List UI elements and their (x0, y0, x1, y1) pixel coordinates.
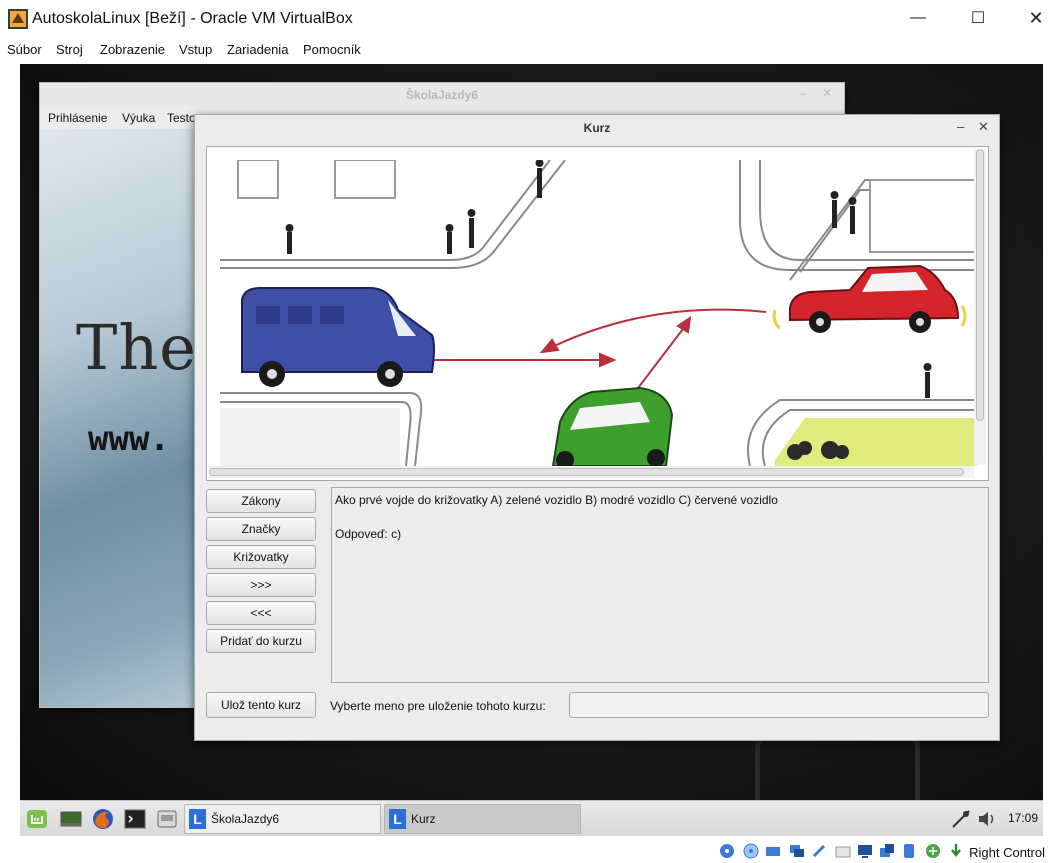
network-adapter-icon[interactable] (788, 842, 806, 860)
network-icon[interactable] (950, 808, 972, 830)
save-name-label: Vyberte meno pre uloženie tohoto kurzu: (330, 699, 546, 713)
next-button[interactable]: >>> (206, 573, 316, 597)
terminal-icon[interactable] (124, 808, 146, 830)
host-status-bar: Right Control (0, 840, 1063, 863)
guest-taskbar: L ŠkolaJazdy6 L Kurz 17:09 (20, 800, 1043, 836)
skola-menu-vyuka[interactable]: Výuka (122, 111, 155, 125)
kurz-title-bar[interactable]: Kurz – ✕ (195, 115, 999, 141)
zakony-button[interactable]: Zákony (206, 489, 316, 513)
kurz-window-title: Kurz (583, 121, 611, 135)
kurz-close-button[interactable]: ✕ (978, 119, 989, 135)
taskbar-item-kurz[interactable]: L Kurz (384, 804, 581, 834)
save-course-button[interactable]: Ulož tento kurz (206, 692, 316, 718)
firefox-icon[interactable] (92, 808, 114, 830)
host-menu-bar: Súbor Stroj Zobrazenie Vstup Zariadenia … (0, 38, 1063, 62)
menu-vstup[interactable]: Vstup (179, 42, 212, 57)
image-vertical-scrollbar[interactable] (974, 149, 986, 465)
minimize-button[interactable]: ― (895, 0, 941, 36)
skola-menu-prihlasenie[interactable]: Prihlásenie (48, 111, 107, 125)
skola-menu-testy[interactable]: Testo (167, 111, 196, 125)
skola-window-title: ŠkolaJazdy6 (405, 88, 479, 102)
skola-minimize-button[interactable]: – (800, 86, 807, 100)
shared-folders-icon[interactable] (834, 842, 852, 860)
kurz-window[interactable]: Kurz – ✕ Zákony Značky Križovatky >>> <<… (194, 114, 1000, 741)
image-horizontal-scrollbar[interactable] (209, 466, 974, 478)
add-to-course-button[interactable]: Pridať do kurzu (206, 629, 316, 653)
audio-icon[interactable] (764, 842, 782, 860)
intersection-image-panel[interactable] (206, 146, 989, 481)
vm-screen[interactable]: ŠkolaJazdy6 – ✕ Prihlásenie Výuka Testo … (20, 64, 1043, 800)
menu-stroj[interactable]: Stroj (56, 42, 83, 57)
taskbar-item-label: ŠkolaJazdy6 (211, 812, 280, 826)
app-l-icon: L (189, 809, 206, 829)
intersection-illustration (220, 160, 977, 466)
question-text-area[interactable]: Ako prvé vojde do križovatky A) zelené v… (331, 487, 989, 683)
host-window-title: AutoskolaLinux [Beží] - Oracle VM Virtua… (32, 10, 353, 27)
video-capture-icon[interactable] (878, 842, 896, 860)
image-vertical-scroll-thumb[interactable] (976, 149, 984, 421)
course-name-input[interactable] (569, 692, 989, 718)
usb-icon[interactable] (810, 842, 828, 860)
close-button[interactable]: ✕ (1013, 0, 1059, 36)
menu-pomocnik[interactable]: Pomocník (303, 42, 361, 57)
app-l-icon: L (389, 809, 406, 829)
mint-menu-icon[interactable] (26, 808, 48, 830)
optical-drive-icon[interactable] (742, 842, 760, 860)
taskbar-clock[interactable]: 17:09 (1008, 811, 1038, 825)
maximize-button[interactable]: ☐ (955, 0, 1001, 36)
skola-close-button[interactable]: ✕ (822, 86, 832, 100)
question-text: Ako prvé vojde do križovatky A) zelené v… (335, 493, 778, 507)
menu-subor[interactable]: Súbor (7, 42, 42, 57)
desktop-background-shape (755, 736, 920, 800)
answer-text: Odpoveď: c) (335, 527, 402, 541)
hard-disk-icon[interactable] (718, 842, 736, 860)
host-title-bar: AutoskolaLinux [Beží] - Oracle VM Virtua… (0, 0, 1063, 38)
virtualization-icon[interactable] (900, 842, 918, 860)
mouse-integration-icon[interactable] (924, 842, 942, 860)
volume-icon[interactable] (976, 808, 998, 830)
taskbar-item-skola[interactable]: L ŠkolaJazdy6 (184, 804, 381, 834)
previous-button[interactable]: <<< (206, 601, 316, 625)
display-icon[interactable] (856, 842, 874, 860)
taskbar-item-label: Kurz (411, 812, 436, 826)
skola-title-bar[interactable]: ŠkolaJazdy6 – ✕ (40, 83, 844, 107)
virtualbox-app-icon (8, 9, 28, 29)
znacky-button[interactable]: Značky (206, 517, 316, 541)
kurz-minimize-button[interactable]: – (957, 119, 964, 134)
show-desktop-icon[interactable] (60, 808, 82, 830)
splash-title-text: The (76, 311, 197, 384)
file-manager-icon[interactable] (156, 808, 178, 830)
image-horizontal-scroll-thumb[interactable] (209, 468, 964, 476)
splash-url-text: www. (88, 419, 170, 459)
menu-zariadenia[interactable]: Zariadenia (227, 42, 288, 57)
krizovatky-button[interactable]: Križovatky (206, 545, 316, 569)
keyboard-capture-icon[interactable] (947, 842, 965, 860)
menu-zobrazenie[interactable]: Zobrazenie (100, 42, 165, 57)
host-key-label: Right Control (969, 845, 1045, 860)
